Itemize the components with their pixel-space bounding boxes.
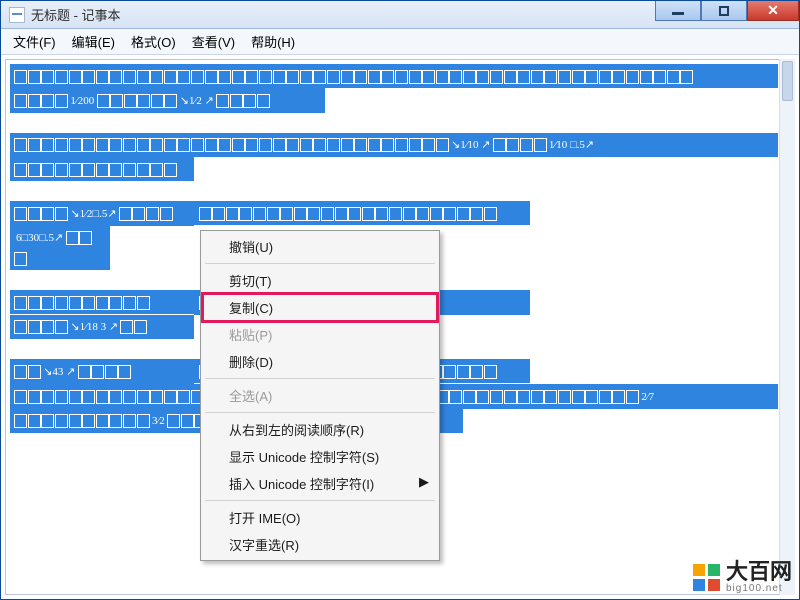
ctx-cut[interactable]: 剪切(T) [203, 267, 437, 294]
vertical-scrollbar[interactable] [779, 59, 795, 595]
menu-edit[interactable]: 编辑(E) [66, 29, 121, 54]
ctx-separator [205, 412, 435, 413]
ctx-delete[interactable]: 删除(D) [203, 348, 437, 375]
titlebar[interactable]: 无标题 - 记事本 ✕ [1, 1, 799, 29]
ctx-insert-unicode-label: 插入 Unicode 控制字符(I) [229, 477, 374, 492]
ctx-separator [205, 263, 435, 264]
maximize-button[interactable] [701, 1, 747, 21]
ctx-reconvert[interactable]: 汉字重选(R) [203, 531, 437, 558]
ctx-insert-unicode[interactable]: 插入 Unicode 控制字符(I) ▶ [203, 470, 437, 497]
menu-file[interactable]: 文件(F) [7, 29, 62, 54]
window-title: 无标题 - 记事本 [31, 5, 655, 24]
watermark-brand: 大百网 [726, 561, 792, 583]
watermark: 大百网 big100.net [693, 561, 792, 594]
menubar: 文件(F) 编辑(E) 格式(O) 查看(V) 帮助(H) [1, 29, 799, 55]
ctx-open-ime[interactable]: 打开 IME(O) [203, 504, 437, 531]
scrollbar-thumb[interactable] [782, 61, 793, 101]
app-window: 无标题 - 记事本 ✕ 文件(F) 编辑(E) 格式(O) 查看(V) 帮助(H… [0, 0, 800, 600]
menu-help[interactable]: 帮助(H) [245, 29, 301, 54]
context-menu: 撤销(U) 剪切(T) 复制(C) 粘贴(P) 删除(D) 全选(A) 从右到左… [200, 230, 440, 561]
ctx-select-all: 全选(A) [203, 382, 437, 409]
notepad-icon [9, 7, 25, 23]
ctx-paste: 粘贴(P) [203, 321, 437, 348]
submenu-arrow-icon: ▶ [419, 474, 429, 490]
minimize-button[interactable] [655, 1, 701, 21]
menu-view[interactable]: 查看(V) [186, 29, 241, 54]
window-controls: ✕ [655, 1, 799, 28]
ctx-separator [205, 378, 435, 379]
close-button[interactable]: ✕ [747, 1, 799, 21]
menu-format[interactable]: 格式(O) [125, 29, 182, 54]
ctx-show-unicode[interactable]: 显示 Unicode 控制字符(S) [203, 443, 437, 470]
watermark-text: 大百网 big100.net [726, 561, 792, 594]
ctx-separator [205, 500, 435, 501]
editor-area: 1⁄200↘1⁄2 ↗↘1⁄10 ↗1⁄10 □.5↗↘1⁄2□.5↗6□30□… [5, 59, 795, 595]
ctx-undo[interactable]: 撤销(U) [203, 233, 437, 260]
ctx-copy[interactable]: 复制(C) [203, 294, 437, 321]
ctx-rtl[interactable]: 从右到左的阅读顺序(R) [203, 416, 437, 443]
watermark-url: big100.net [726, 583, 792, 594]
watermark-logo-icon [693, 564, 720, 591]
